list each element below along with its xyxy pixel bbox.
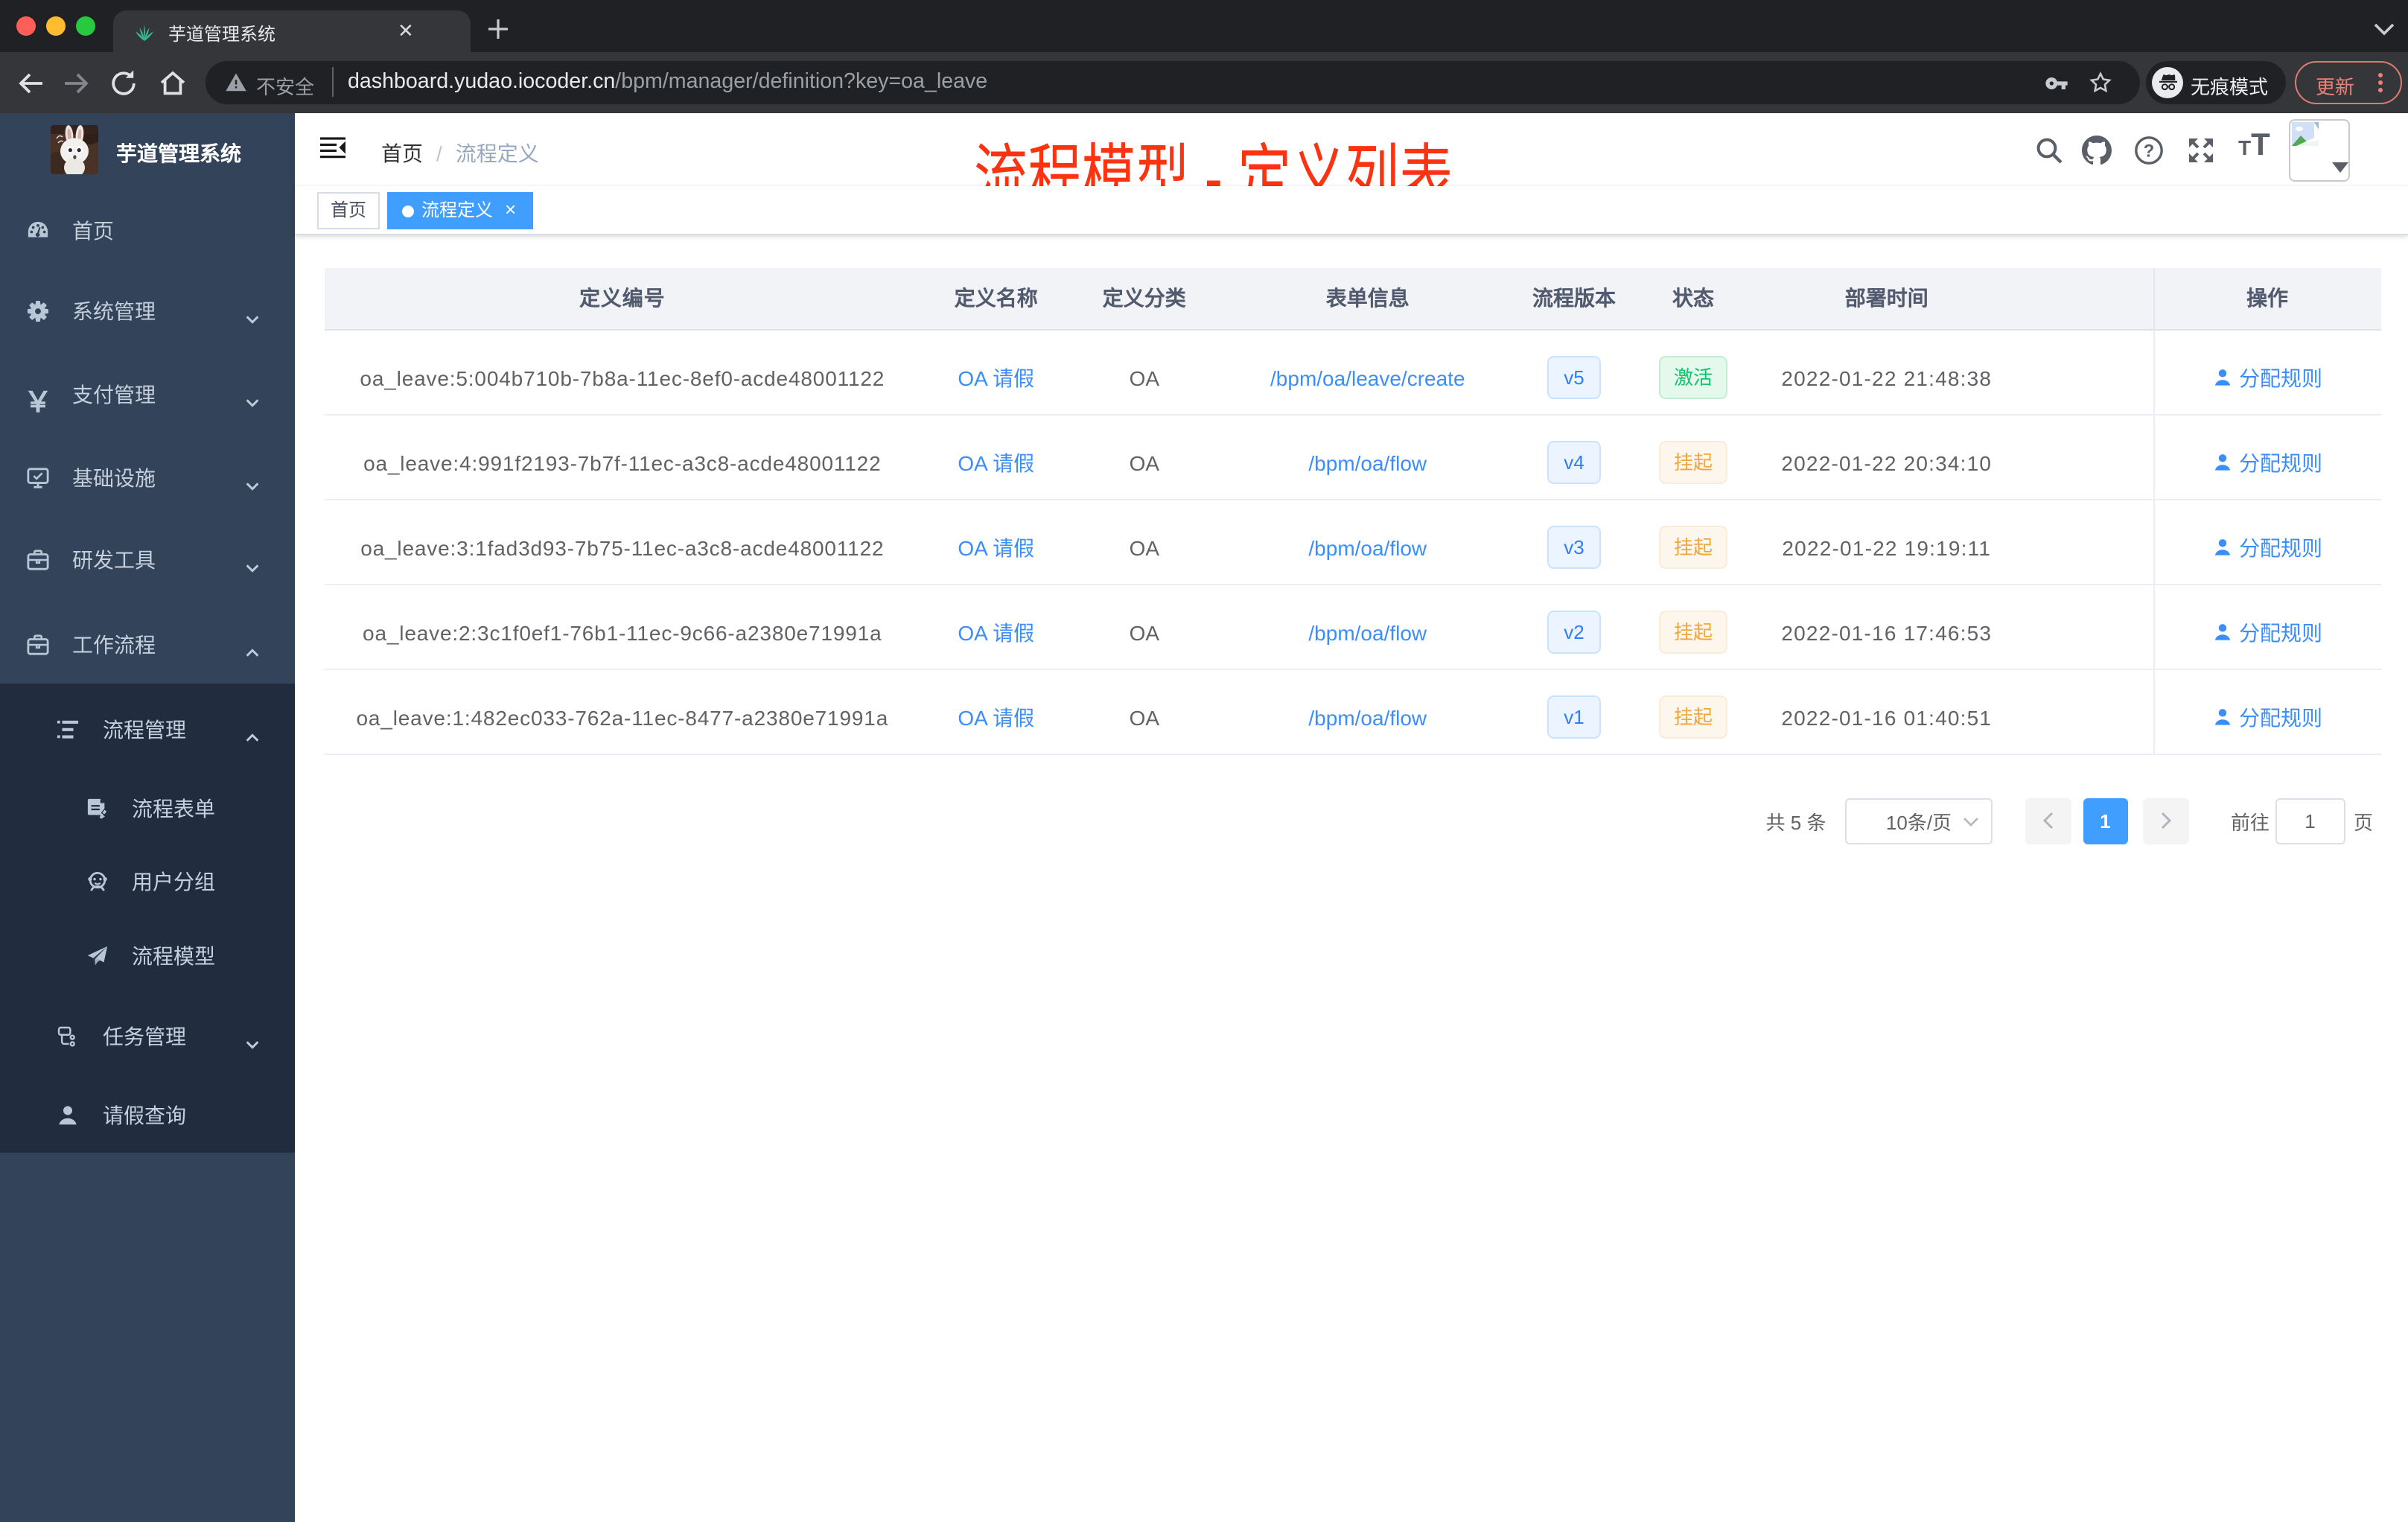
svg-text:?: ? xyxy=(2144,141,2155,161)
